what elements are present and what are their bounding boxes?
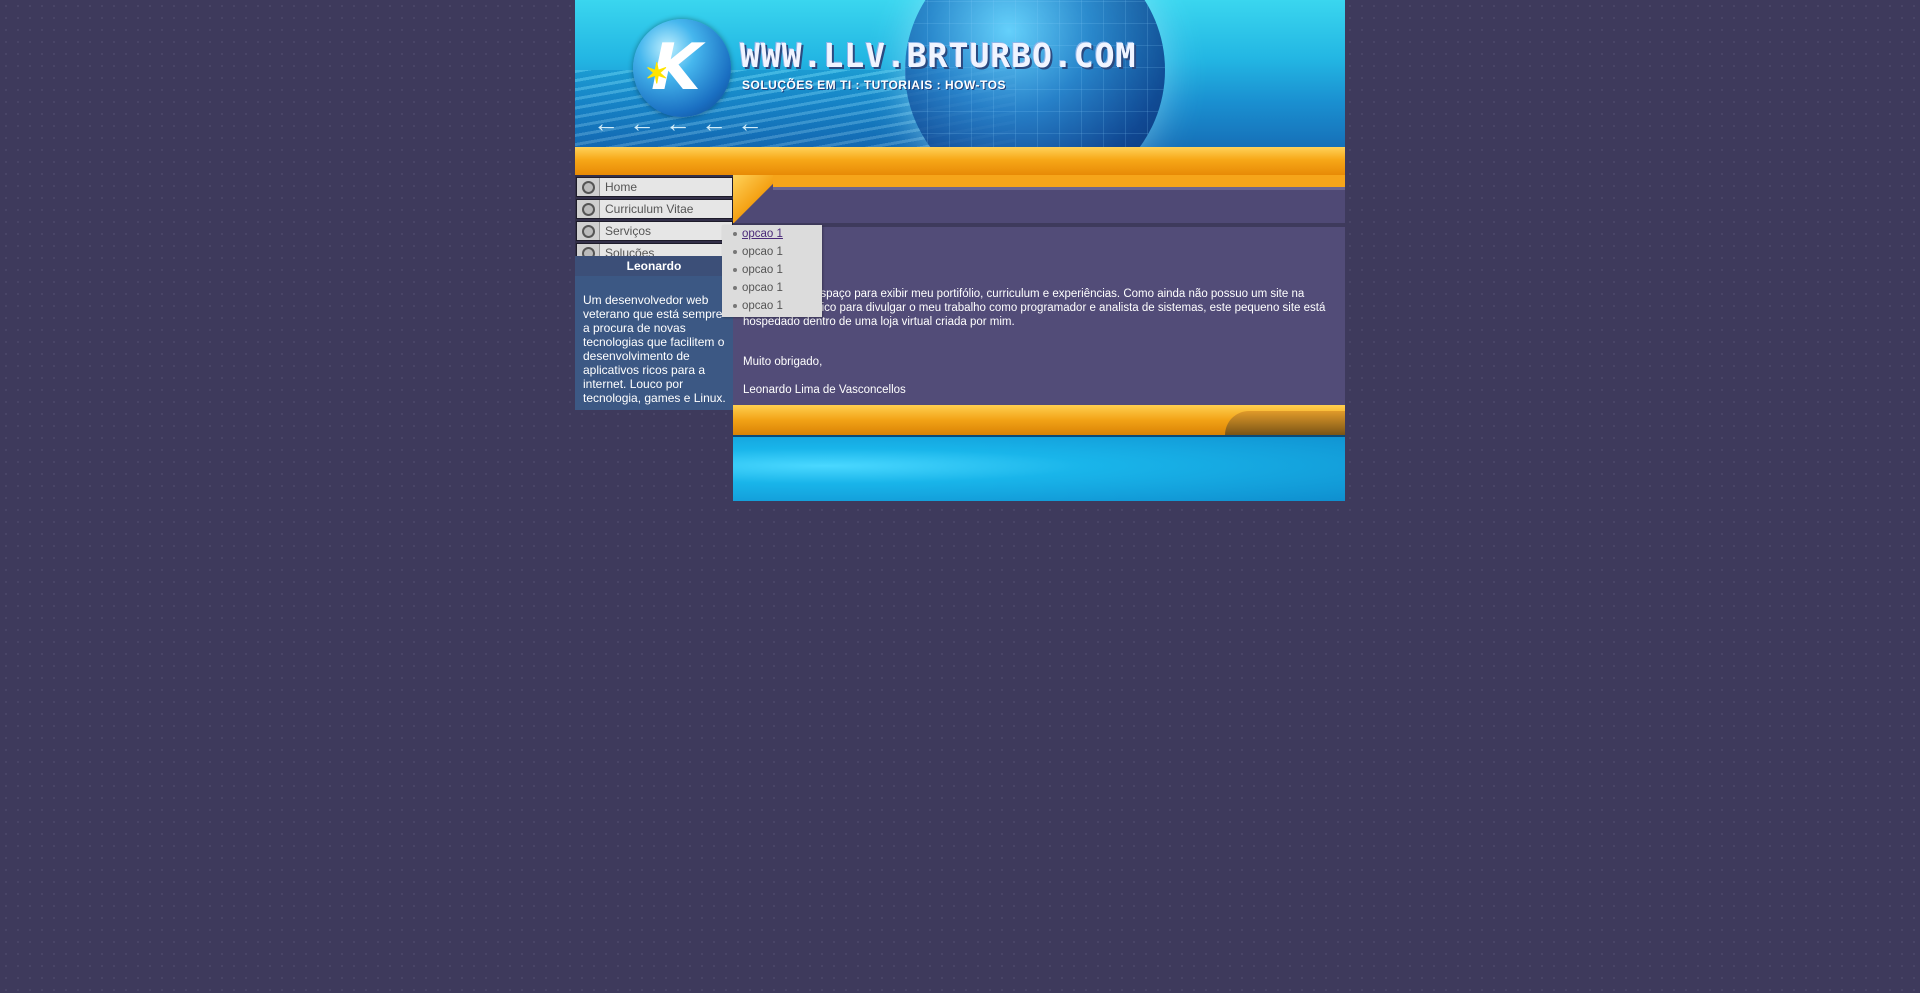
logo-icon: K ✶ [633, 19, 731, 117]
menu-item-label: Home [605, 180, 638, 194]
bullet-icon [733, 304, 737, 308]
footer-curve [1225, 411, 1345, 435]
bullet-icon [733, 232, 737, 236]
site-container: ←←←←← K ✶ WWW.LLV.BRTURBO.COM SOLUÇÕES E… [575, 0, 1345, 501]
thanks-text: Muito obrigado, [743, 356, 823, 368]
content-header [733, 175, 1345, 223]
submenu-item-label: opcao 1 [742, 300, 783, 312]
footer-orange-bar [733, 405, 1345, 435]
submenu-item[interactable]: opcao 1 [722, 299, 822, 317]
submenu-item[interactable]: opcao 1 [722, 281, 822, 299]
submenu-item-label: opcao 1 [742, 228, 783, 240]
submenu-item[interactable]: opcao 1 [722, 245, 822, 263]
author-name: Leonardo Lima de Vasconcellos [743, 384, 906, 396]
footer-blue-band [733, 435, 1345, 501]
site-title: WWW.LLV.BRTURBO.COM [740, 36, 1137, 75]
bullet-circle-icon [577, 200, 600, 218]
orange-divider [575, 147, 1345, 175]
menu-item-servicos[interactable]: Serviços [576, 221, 733, 241]
main-content: Este é o meu espaço para exibir meu port… [733, 227, 1345, 405]
bullet-icon [733, 268, 737, 272]
site-subtitle: SOLUÇÕES EM TI : TUTORIAIS : HOW-TOS [742, 78, 1006, 92]
menu-item-label: Curriculum Vitae [605, 202, 694, 216]
submenu-item-label: opcao 1 [742, 246, 783, 258]
submenu-item-label: opcao 1 [742, 282, 783, 294]
menu-item-home[interactable]: Home [576, 177, 733, 197]
submenu-item[interactable]: opcao 1 [722, 263, 822, 281]
bullet-circle-icon [577, 222, 600, 240]
profile-bio: Um desenvolvedor web veterano que está s… [575, 276, 733, 410]
submenu-item-label: opcao 1 [742, 264, 783, 276]
menu-item-curriculum[interactable]: Curriculum Vitae [576, 199, 733, 219]
submenu-item[interactable]: opcao 1 [722, 227, 822, 245]
sidebar-menu: Home Curriculum Vitae Serviços Soluções [575, 175, 733, 263]
intro-text: Este é o meu espaço para exibir meu port… [743, 288, 1326, 328]
header-banner: ←←←←← K ✶ WWW.LLV.BRTURBO.COM SOLUÇÕES E… [575, 0, 1345, 147]
profile-name: Leonardo [575, 256, 733, 276]
bullet-icon [733, 250, 737, 254]
submenu-dropdown: opcao 1 opcao 1 opcao 1 opcao 1 opcao 1 [722, 225, 822, 317]
header-curve [733, 175, 773, 223]
bullet-circle-icon [577, 178, 600, 196]
header-stripe [773, 187, 1345, 190]
bullet-icon [733, 286, 737, 290]
menu-item-label: Serviços [605, 224, 652, 238]
